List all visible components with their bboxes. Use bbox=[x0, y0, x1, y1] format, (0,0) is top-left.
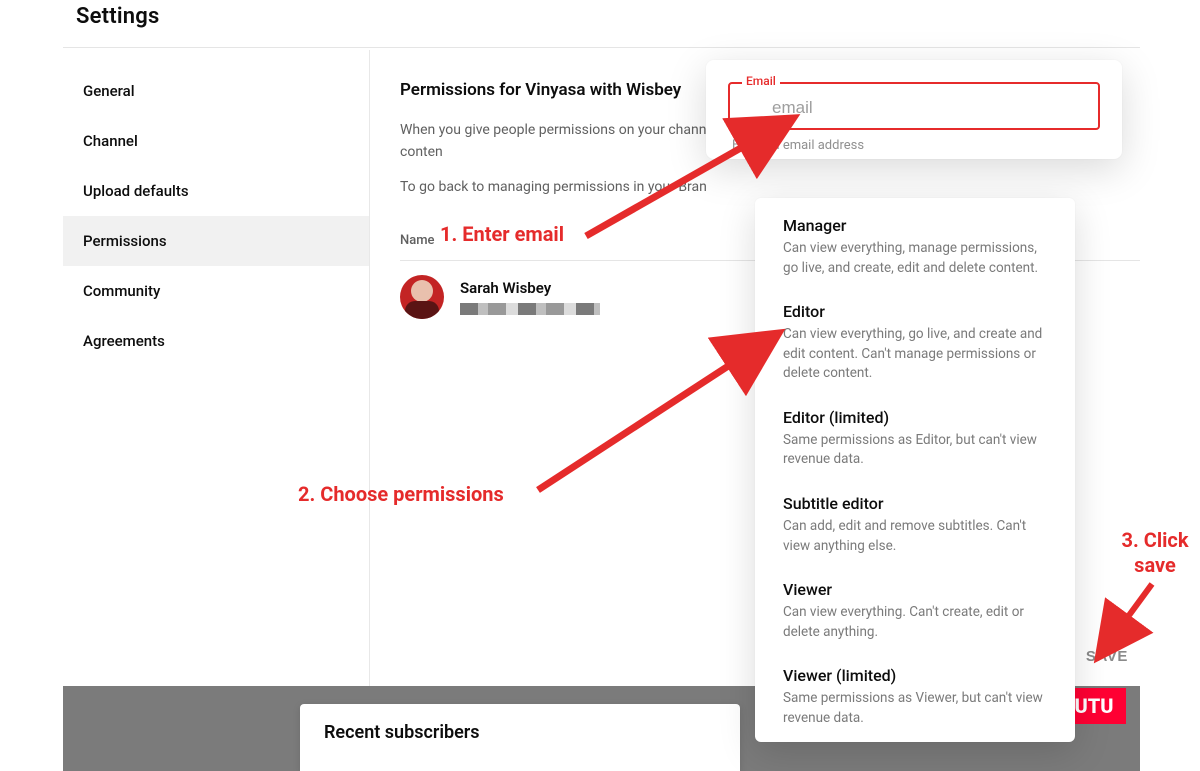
email-field-label: Email bbox=[742, 74, 780, 88]
role-title: Editor bbox=[783, 302, 1053, 321]
role-title: Viewer (limited) bbox=[783, 666, 1053, 685]
user-name: Sarah Wisbey bbox=[460, 279, 600, 297]
role-desc: Same permissions as Viewer, but can't vi… bbox=[783, 689, 1053, 728]
email-helper-text: Enter an email address bbox=[732, 138, 1100, 153]
page-title: Settings bbox=[0, 0, 1200, 47]
settings-sidebar: General Channel Upload defaults Permissi… bbox=[63, 50, 370, 771]
email-input[interactable] bbox=[744, 94, 1084, 120]
save-button[interactable]: SAVE bbox=[1086, 648, 1128, 665]
column-name: Name bbox=[400, 233, 435, 248]
role-dropdown: Manager Can view everything, manage perm… bbox=[755, 198, 1075, 742]
role-option-viewer-limited[interactable]: Viewer (limited) Same permissions as Vie… bbox=[755, 654, 1075, 740]
role-option-editor[interactable]: Editor Can view everything, go live, and… bbox=[755, 290, 1075, 396]
role-option-editor-limited[interactable]: Editor (limited) Same permissions as Edi… bbox=[755, 396, 1075, 482]
role-option-subtitle-editor[interactable]: Subtitle editor Can add, edit and remove… bbox=[755, 482, 1075, 568]
sidebar-item-community[interactable]: Community bbox=[63, 266, 369, 316]
permissions-desc-2: To go back to managing permissions in yo… bbox=[400, 177, 1040, 199]
recent-subscribers-title: Recent subscribers bbox=[324, 722, 716, 743]
sidebar-item-permissions[interactable]: Permissions bbox=[63, 216, 369, 266]
role-title: Subtitle editor bbox=[783, 494, 1053, 513]
top-divider bbox=[63, 47, 1140, 48]
email-field-wrap[interactable]: Email bbox=[728, 82, 1100, 130]
recent-subscribers-card: Recent subscribers bbox=[300, 704, 740, 771]
role-desc: Can view everything. Can't create, edit … bbox=[783, 603, 1053, 642]
role-desc: Can view everything, go live, and create… bbox=[783, 325, 1053, 384]
role-option-manager[interactable]: Manager Can view everything, manage perm… bbox=[755, 204, 1075, 290]
sidebar-item-general[interactable]: General bbox=[63, 66, 369, 116]
role-option-viewer[interactable]: Viewer Can view everything. Can't create… bbox=[755, 568, 1075, 654]
user-email-redacted bbox=[460, 303, 600, 315]
role-title: Editor (limited) bbox=[783, 408, 1053, 427]
user-block: Sarah Wisbey bbox=[460, 279, 600, 315]
role-title: Viewer bbox=[783, 580, 1053, 599]
invite-modal: Email Enter an email address bbox=[706, 60, 1122, 159]
sidebar-item-upload-defaults[interactable]: Upload defaults bbox=[63, 166, 369, 216]
sidebar-item-agreements[interactable]: Agreements bbox=[63, 316, 369, 366]
role-title: Manager bbox=[783, 216, 1053, 235]
role-desc: Same permissions as Editor, but can't vi… bbox=[783, 431, 1053, 470]
role-desc: Can add, edit and remove subtitles. Can'… bbox=[783, 517, 1053, 556]
sidebar-item-channel[interactable]: Channel bbox=[63, 116, 369, 166]
role-desc: Can view everything, manage permissions,… bbox=[783, 239, 1053, 278]
avatar bbox=[400, 275, 444, 319]
